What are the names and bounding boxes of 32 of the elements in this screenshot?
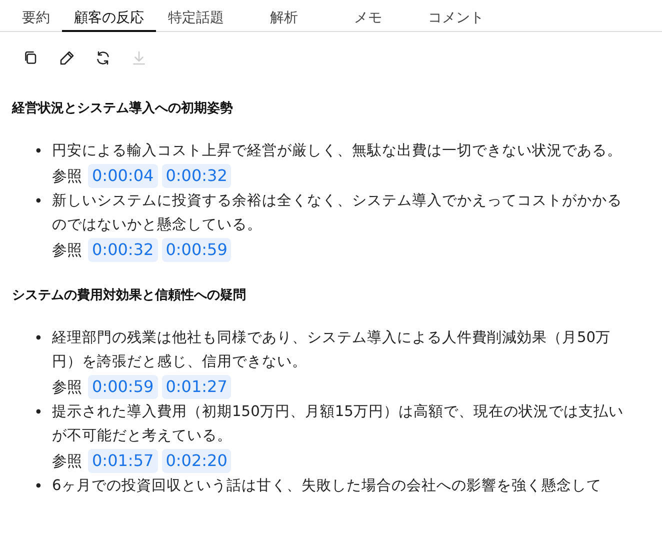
bullet-text: 提示された導入費用（初期150万円、月額15万円）は高額で、現在の状況では支払いが不可能だと考えている。 <box>52 402 624 446</box>
timestamp-link[interactable]: 0:01:57 <box>88 449 158 473</box>
refresh-icon[interactable] <box>94 49 112 67</box>
section-heading: システムの費用対効果と信頼性への疑問 <box>12 286 247 304</box>
bullet-text: 円安による輸入コスト上昇で経営が厳しく、無駄な出費は一切できない状況である。 <box>52 141 623 161</box>
timestamp-link[interactable]: 0:01:27 <box>162 375 232 399</box>
reference-label: 参照 <box>52 166 82 186</box>
bullet: • <box>34 402 44 423</box>
timestamp-link[interactable]: 0:00:32 <box>88 238 158 262</box>
timestamp-link[interactable]: 0:02:20 <box>162 449 232 473</box>
tab[interactable]: 要約 <box>10 0 62 32</box>
reference-label: 参照 <box>52 378 82 396</box>
tab[interactable]: コメント <box>416 0 496 32</box>
pencil-icon[interactable] <box>58 49 76 67</box>
bullet-text: 新しいシステムに投資する余裕は全くなく、システム導入でかえってコストがかかるのではないかと懸念している。 <box>52 191 623 235</box>
bullet-text: 6ヶ月での投資回収という話は甘く、失敗した場合の会社への影響を強く懸念して <box>52 476 602 496</box>
bullet: • <box>34 191 44 212</box>
bullet: • <box>34 328 44 349</box>
timestamp-link[interactable]: 0:00:32 <box>162 164 232 188</box>
bullet: • <box>34 476 44 497</box>
tab[interactable]: メモ <box>342 0 394 32</box>
timestamp-link[interactable]: 0:00:59 <box>88 375 158 399</box>
tab[interactable]: 解析 <box>258 0 310 32</box>
timestamp-link[interactable]: 0:00:04 <box>88 164 158 188</box>
bullet: • <box>34 141 44 162</box>
timestamp-link[interactable]: 0:00:59 <box>162 238 232 262</box>
bullet-text: 経理部門の残業は他社も同様であり、システム導入による人件費削減効果（月50万円）を誇張だと感じ、信用できない。 <box>52 328 612 372</box>
reference-label: 参照 <box>52 240 82 260</box>
tab[interactable]: 特定話題 <box>156 0 236 32</box>
reference-label: 参照 <box>52 452 82 470</box>
tab[interactable]: 顧客の反応 <box>62 0 156 32</box>
section-heading: 経営状況とシステム導入への初期姿勢 <box>12 100 234 117</box>
